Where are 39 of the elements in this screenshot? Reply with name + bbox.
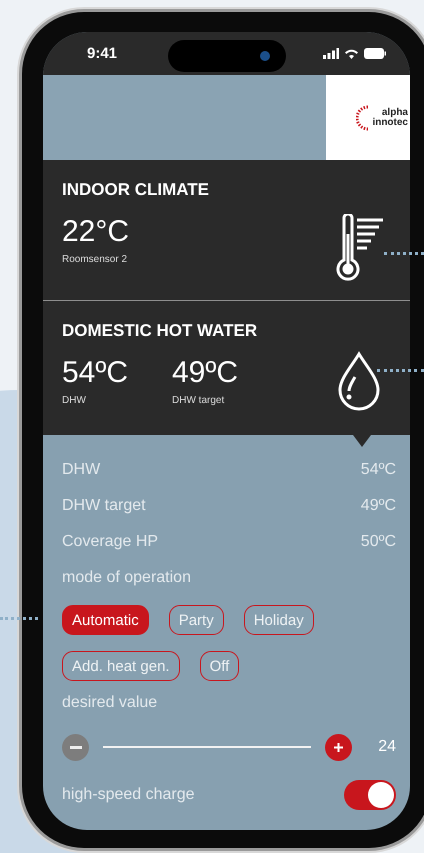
temperature-reading: 49ºC: [172, 355, 238, 391]
decrease-button[interactable]: [62, 734, 89, 760]
mode-chip[interactable]: Party: [168, 605, 224, 635]
detail-value: 54ºC: [360, 461, 396, 479]
leader-line: [384, 252, 424, 255]
mode-label: mode of operation: [62, 569, 191, 587]
mode-chip[interactable]: Off: [200, 651, 240, 681]
mode-chip[interactable]: Holiday: [244, 605, 314, 635]
leader-line: [0, 617, 38, 620]
detail-value: 49ºC: [360, 497, 396, 515]
logo-text: alpha: [382, 108, 408, 118]
detail-label: Coverage HP: [62, 533, 158, 551]
battery-icon: [364, 48, 386, 59]
water-drop-icon: [337, 351, 381, 411]
section-title: DOMESTIC HOT WATER: [62, 321, 258, 341]
increase-button[interactable]: [325, 734, 352, 760]
detail-label: DHW target: [62, 497, 146, 515]
reading-label: DHW: [62, 395, 87, 406]
detail-label: DHW: [62, 461, 100, 479]
wifi-icon: [344, 48, 359, 59]
detail-value: 50ºC: [360, 533, 396, 551]
reading-label: DHW target: [172, 395, 226, 406]
desired-value-label: desired value: [62, 694, 158, 712]
signal-icon: [323, 48, 339, 59]
temperature-reading: 22°C: [62, 214, 130, 250]
toggle-switch[interactable]: [344, 780, 396, 810]
mode-chip[interactable]: Automatic: [62, 605, 149, 635]
fast-charge-label: high-speed charge: [62, 786, 195, 804]
plus-icon: [334, 742, 343, 752]
temperature-reading: 54ºC: [62, 355, 128, 391]
minus-icon: [70, 746, 82, 748]
section-title: INDOOR CLIMATE: [62, 180, 210, 200]
mode-chip[interactable]: Add. heat gen.: [62, 651, 180, 681]
logo-arc-icon: [356, 104, 370, 132]
status-time: 9:41: [87, 45, 118, 62]
sensor-label: Roomsensor 2: [62, 254, 128, 265]
desired-value: 24: [377, 738, 396, 756]
logo-text: innotec: [372, 118, 408, 128]
leader-line: [377, 369, 424, 372]
